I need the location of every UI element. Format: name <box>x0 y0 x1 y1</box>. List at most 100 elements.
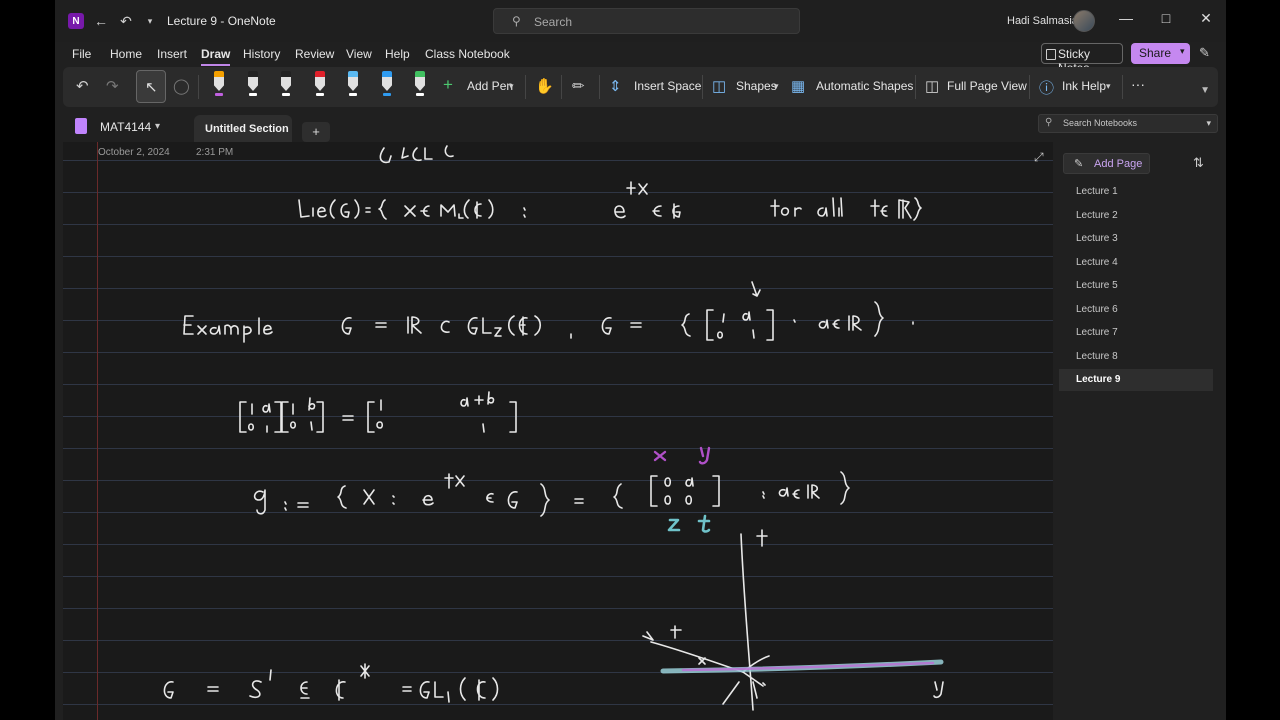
full-page-view-button[interactable]: Full Page View <box>947 79 1027 93</box>
add-page-button[interactable]: ✎ Add Page <box>1063 153 1150 174</box>
pen-icon <box>214 77 224 91</box>
draw-ribbon: ↶ ↷ ↖ ◯ + Add Pen ▾ ✋ ✏ ⇕ Insert Space ◫… <box>63 67 1218 107</box>
page-item[interactable]: Lecture 2 <box>1059 205 1213 227</box>
search-notebooks-field[interactable]: ⚲ Search Notebooks ▾ <box>1038 114 1218 133</box>
page-item[interactable]: Lecture 1 <box>1059 181 1213 203</box>
add-pen-button[interactable]: Add Pen <box>467 79 513 93</box>
pen-color <box>249 93 257 96</box>
plus-icon: + <box>443 75 453 94</box>
menu-home[interactable]: Home <box>110 47 142 61</box>
add-section-button[interactable]: + <box>302 122 330 142</box>
onenote-window: N ← ↶ ▾ Lecture 9 - OneNote ⚲ Search Had… <box>55 0 1226 720</box>
title-bar: N ← ↶ ▾ Lecture 9 - OneNote ⚲ Search Had… <box>55 0 1226 42</box>
undo-icon[interactable]: ↶ <box>76 77 89 95</box>
chevron-down-icon[interactable]: ▾ <box>1206 118 1211 129</box>
section-tab[interactable]: Untitled Section <box>194 115 292 143</box>
search-box[interactable]: ⚲ Search <box>493 8 800 34</box>
window-title: Lecture 9 - OneNote <box>167 14 276 28</box>
page-item[interactable]: Lecture 7 <box>1059 322 1213 344</box>
pen-3[interactable] <box>280 71 292 97</box>
menu-insert[interactable]: Insert <box>157 47 187 61</box>
pen-cap <box>315 71 325 77</box>
help-icon: ⓘ <box>1039 80 1055 97</box>
automatic-shapes-button[interactable]: Automatic Shapes <box>816 79 913 93</box>
pen-color <box>282 93 290 96</box>
pen-icon <box>281 77 291 91</box>
notebook-name[interactable]: MAT4144 <box>100 120 151 134</box>
chevron-down-icon[interactable]: ▾ <box>509 81 514 92</box>
redo-icon[interactable]: ↷ <box>106 77 119 95</box>
chevron-down-icon[interactable]: ▾ <box>1106 81 1111 92</box>
sort-icon[interactable]: ⇅ <box>1193 155 1204 171</box>
notebook-icon <box>75 118 87 134</box>
highlighter-1[interactable] <box>381 71 393 97</box>
pen-cap <box>415 71 425 77</box>
divider <box>1122 75 1123 99</box>
pen-cap <box>281 71 291 77</box>
pen-5[interactable] <box>347 71 359 97</box>
share-button[interactable]: Share ▾ <box>1131 43 1190 64</box>
select-tool-button[interactable]: ↖ <box>136 70 166 103</box>
pen-color <box>316 93 324 96</box>
sticky-notes-button[interactable]: Sticky Notes <box>1041 43 1123 75</box>
automatic-shapes-icon: ▦ <box>791 78 806 95</box>
ink-help-button[interactable]: Ink Help <box>1062 79 1106 93</box>
pen-cap <box>348 71 358 77</box>
menu-help[interactable]: Help <box>385 47 410 61</box>
pointer-icon: ↖ <box>145 79 158 96</box>
menu-review[interactable]: Review <box>295 47 334 61</box>
pen-cap <box>248 71 258 77</box>
more-options-button[interactable]: ··· <box>1131 76 1145 92</box>
back-icon[interactable]: ← <box>92 12 110 30</box>
feedback-icon[interactable]: ✎ <box>1199 45 1210 61</box>
page-item[interactable]: Lecture 5 <box>1059 275 1213 297</box>
avatar[interactable] <box>1073 10 1095 32</box>
note-canvas[interactable]: October 2, 2024 2:31 PM ⤢ <box>63 142 1053 720</box>
shapes-button[interactable]: Shapes <box>736 79 777 93</box>
pen-icon <box>315 77 325 91</box>
ruler-icon[interactable]: ✏ <box>572 77 585 95</box>
search-placeholder: Search <box>534 15 573 29</box>
divider <box>1029 75 1030 99</box>
menu-class-notebook[interactable]: Class Notebook <box>425 47 510 61</box>
search-icon: ⚲ <box>1045 117 1053 128</box>
pen-color <box>416 93 424 96</box>
ink-to-shape-icon[interactable]: ✋ <box>535 77 554 95</box>
menu-draw[interactable]: Draw <box>201 47 231 66</box>
pen-4[interactable] <box>314 71 326 97</box>
menu-view[interactable]: View <box>346 47 372 61</box>
chevron-down-icon[interactable]: ▾ <box>155 121 160 132</box>
chevron-down-icon[interactable]: ▾ <box>774 81 779 92</box>
maximize-icon[interactable]: □ <box>1156 10 1176 30</box>
page-item[interactable]: Lecture 6 <box>1059 299 1213 321</box>
pen-icon <box>415 77 425 91</box>
close-icon[interactable]: ✕ <box>1196 10 1216 30</box>
pen-2[interactable] <box>247 71 259 97</box>
highlighter-icon <box>382 77 392 91</box>
pen-icon <box>248 77 258 91</box>
search-icon: ⚲ <box>512 14 521 28</box>
page-item[interactable]: Lecture 8 <box>1059 346 1213 368</box>
page-item-selected[interactable]: Lecture 9 <box>1059 369 1213 391</box>
pen-1[interactable] <box>213 71 225 97</box>
share-label: Share <box>1139 46 1172 60</box>
divider <box>599 75 600 99</box>
insert-space-button[interactable]: Insert Space <box>634 79 701 93</box>
quick-access-chevron-icon[interactable]: ▾ <box>141 12 159 30</box>
add-page-label: Add Page <box>1094 158 1143 170</box>
chevron-down-icon: ▾ <box>1180 46 1185 56</box>
page-item[interactable]: Lecture 4 <box>1059 252 1213 274</box>
undo-icon[interactable]: ↶ <box>117 12 135 30</box>
search-notebooks-placeholder: Search Notebooks <box>1063 118 1138 128</box>
minimize-icon[interactable]: — <box>1116 10 1136 30</box>
pen-7[interactable] <box>414 71 426 97</box>
page-item[interactable]: Lecture 3 <box>1059 228 1213 250</box>
full-page-view-icon: ◫ <box>925 78 940 95</box>
menu-file[interactable]: File <box>72 47 91 61</box>
menu-history[interactable]: History <box>243 47 280 61</box>
lasso-icon[interactable]: ◯ <box>173 77 190 95</box>
onenote-logo-icon: N <box>68 13 84 29</box>
add-page-icon: ✎ <box>1074 158 1084 170</box>
chevron-down-icon[interactable]: ▼ <box>1200 85 1210 96</box>
pen-color <box>215 93 223 96</box>
